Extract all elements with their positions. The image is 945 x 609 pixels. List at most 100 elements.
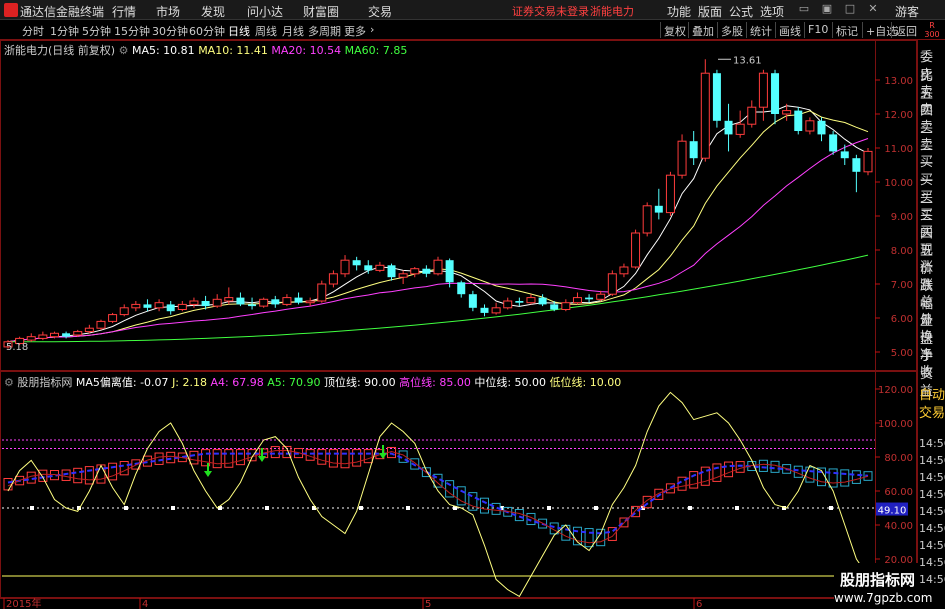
candle-body-down[interactable] [143, 304, 152, 308]
candle-body-up[interactable] [177, 303, 187, 310]
candle-body-up[interactable] [317, 283, 327, 302]
auto-trade-label[interactable]: 交易 [919, 402, 945, 421]
candle-body-down[interactable] [364, 265, 373, 271]
candle-body-up[interactable] [154, 302, 164, 309]
auto-trade-label[interactable]: 自动 [919, 384, 945, 403]
candle-body-up[interactable] [375, 264, 385, 271]
ma5-deviation-value: MA5偏离值: -0.07 [75, 376, 169, 389]
candle-body-up[interactable] [282, 297, 292, 305]
mid-line-marker [688, 506, 692, 510]
candle-body-up[interactable] [131, 303, 141, 309]
candle-body-up[interactable] [503, 300, 513, 309]
candle-body-down[interactable] [817, 120, 826, 135]
candle-body-down[interactable] [829, 134, 838, 152]
indicator-ribbon-bar [108, 462, 118, 481]
low-line-value: 低位线: 10.00 [549, 376, 622, 389]
candle-body-down[interactable] [689, 141, 698, 159]
candle-body-up[interactable] [84, 327, 94, 333]
candle-body-down[interactable] [352, 260, 361, 266]
candle-body-up[interactable] [26, 336, 36, 341]
candle-body-down[interactable] [794, 110, 803, 131]
candle-body-down[interactable] [294, 297, 303, 303]
candle-body-down[interactable] [201, 301, 210, 307]
candle-body-down[interactable] [271, 299, 280, 305]
candle-body-up[interactable] [526, 297, 536, 304]
candle-body-up[interactable] [328, 273, 338, 285]
candle-body-down[interactable] [480, 307, 489, 313]
candle-body-up[interactable] [491, 307, 501, 314]
indicator-ribbon-bar [863, 471, 873, 481]
candle-body-down[interactable] [457, 282, 466, 295]
indicator-ribbon-bar [224, 449, 234, 468]
candle-body-up[interactable] [805, 120, 815, 132]
candle-body-up[interactable] [305, 300, 315, 304]
candle-body-down[interactable] [771, 73, 780, 114]
candle-body-up[interactable] [735, 123, 745, 135]
candle-body-up[interactable] [410, 268, 420, 275]
indicator-name[interactable]: 股朋指标网 [17, 376, 72, 389]
candle-body-up[interactable] [758, 72, 768, 108]
candle-body-up[interactable] [642, 205, 652, 234]
candle-body-up[interactable] [677, 140, 687, 176]
candle-body-up[interactable] [49, 332, 59, 338]
candle-body-up[interactable] [596, 293, 606, 300]
candle-body-down[interactable] [585, 297, 594, 300]
ma60-value: MA60: 7.85 [344, 44, 408, 57]
candle-body-up[interactable] [259, 298, 269, 307]
kline-chart-canvas[interactable]: 13.00 12.00 11.00 10.00 9.00 8.00 7.00 6.00 5.00… [0, 0, 917, 609]
candle-body-down[interactable] [538, 297, 547, 305]
candle-body-down[interactable] [840, 151, 849, 159]
candle-body-down[interactable] [852, 158, 861, 172]
candle-body-down[interactable] [550, 304, 559, 310]
mid-line-marker [171, 506, 175, 510]
mid-line-marker [124, 506, 128, 510]
candle-body-down[interactable] [62, 333, 71, 337]
candle-body-down[interactable] [445, 260, 454, 283]
candle-body-up[interactable] [212, 298, 222, 307]
candle-body-down[interactable] [712, 73, 721, 121]
indicator-ribbon-bar [805, 466, 815, 483]
candle-body-up[interactable] [38, 334, 48, 339]
mid-line-marker [265, 506, 269, 510]
candle-body-up[interactable] [631, 232, 641, 268]
candle-body-down[interactable] [248, 304, 257, 307]
candle-body-up[interactable] [665, 174, 675, 214]
candle-body-up[interactable] [619, 266, 629, 275]
candle-body-down[interactable] [422, 268, 431, 274]
tick-time: 14:56 [919, 556, 945, 569]
j-line [7, 391, 869, 598]
candle-body-up[interactable] [747, 106, 757, 125]
candle-body-down[interactable] [387, 265, 396, 278]
candle-body-up[interactable] [433, 259, 443, 275]
candle-body-down[interactable] [724, 120, 733, 135]
candle-body-down[interactable] [468, 294, 477, 308]
candle-body-up[interactable] [73, 331, 83, 336]
candle-body-up[interactable] [607, 273, 617, 295]
indicator-ribbon-bar [166, 451, 176, 464]
indicator-ribbon-bar [851, 470, 861, 484]
price-axis-label: 6.00 [891, 314, 913, 325]
candle-body-up[interactable] [340, 259, 350, 275]
candle-body-up[interactable] [700, 72, 710, 159]
candle-body-up[interactable] [572, 297, 582, 304]
indicator-ribbon-bar [84, 466, 94, 485]
indicator-panel-frame [0, 371, 917, 598]
candle-body-down[interactable] [236, 297, 245, 305]
indicator-settings-gear-icon[interactable]: ⚙ [4, 376, 14, 389]
price-axis-label: 10.00 [884, 178, 913, 189]
watermark-title: 股朋指标网 [840, 571, 916, 589]
candle-body-up[interactable] [863, 150, 873, 173]
candle-body-up[interactable] [398, 273, 408, 278]
candle-body-down[interactable] [166, 304, 175, 312]
candle-body-down[interactable] [515, 301, 524, 303]
candle-body-down[interactable] [654, 205, 663, 213]
candle-body-up[interactable] [119, 307, 129, 316]
candle-body-up[interactable] [108, 314, 118, 322]
candle-body-up[interactable] [561, 302, 571, 311]
candle-body-up[interactable] [96, 320, 106, 329]
candle-body-up[interactable] [189, 300, 199, 305]
candle-body-up[interactable] [782, 110, 792, 115]
price-panel-header: 浙能电力(日线 前复权) ⚙ MA5: 10.81 MA10: 11.41 MA… [4, 42, 407, 58]
candle-body-up[interactable] [224, 297, 234, 302]
settings-gear-icon[interactable]: ⚙ [119, 44, 129, 57]
